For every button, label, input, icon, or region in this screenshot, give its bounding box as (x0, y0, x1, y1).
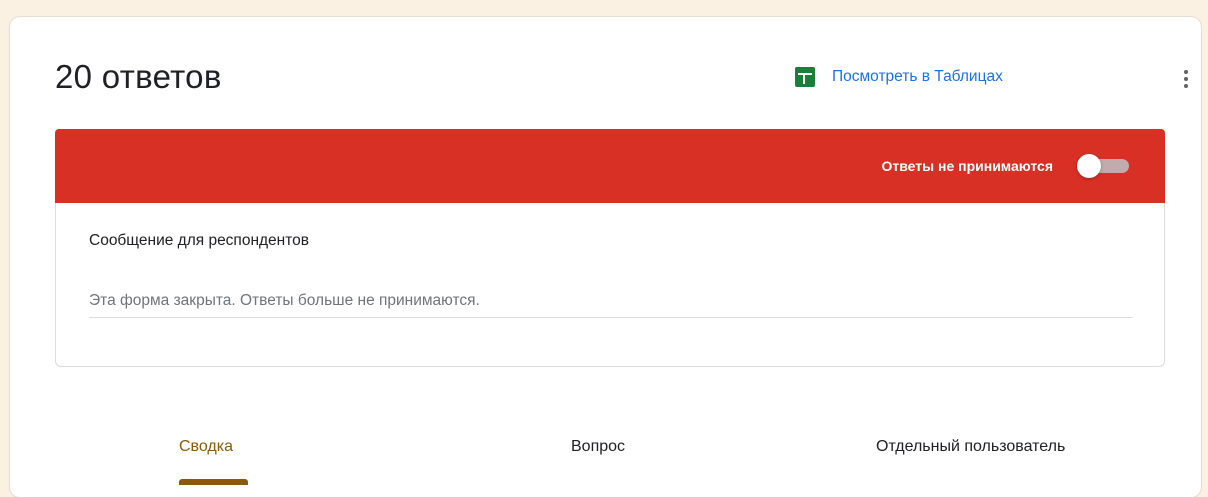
responses-count-title: 20 ответов (55, 58, 222, 95)
responses-card: 20 ответов Посмотреть в Таблицах Ответы … (10, 17, 1201, 497)
view-in-sheets-label: Посмотреть в Таблицах (832, 68, 1003, 85)
accepting-responses-toggle[interactable] (1077, 154, 1135, 178)
view-in-sheets-link[interactable]: Посмотреть в Таблицах (795, 67, 1003, 87)
accepting-responses-label: Ответы не принимаются (881, 158, 1053, 174)
tab-question[interactable]: Вопрос (571, 438, 625, 456)
google-sheets-icon (795, 67, 815, 87)
more-vert-icon[interactable] (1174, 67, 1198, 91)
tab-individual[interactable]: Отдельный пользователь (876, 438, 1065, 456)
respondent-message-input[interactable] (89, 285, 1133, 318)
respondent-message-title: Сообщение для респондентов (89, 232, 310, 249)
responses-tabs: Сводка Вопрос Отдельный пользователь (55, 422, 1165, 485)
tab-summary[interactable]: Сводка (179, 438, 233, 456)
active-tab-indicator (179, 479, 248, 485)
toggle-thumb (1077, 154, 1101, 178)
respondent-message-panel: Сообщение для респондентов (55, 203, 1165, 367)
accepting-responses-bar: Ответы не принимаются (55, 129, 1165, 203)
